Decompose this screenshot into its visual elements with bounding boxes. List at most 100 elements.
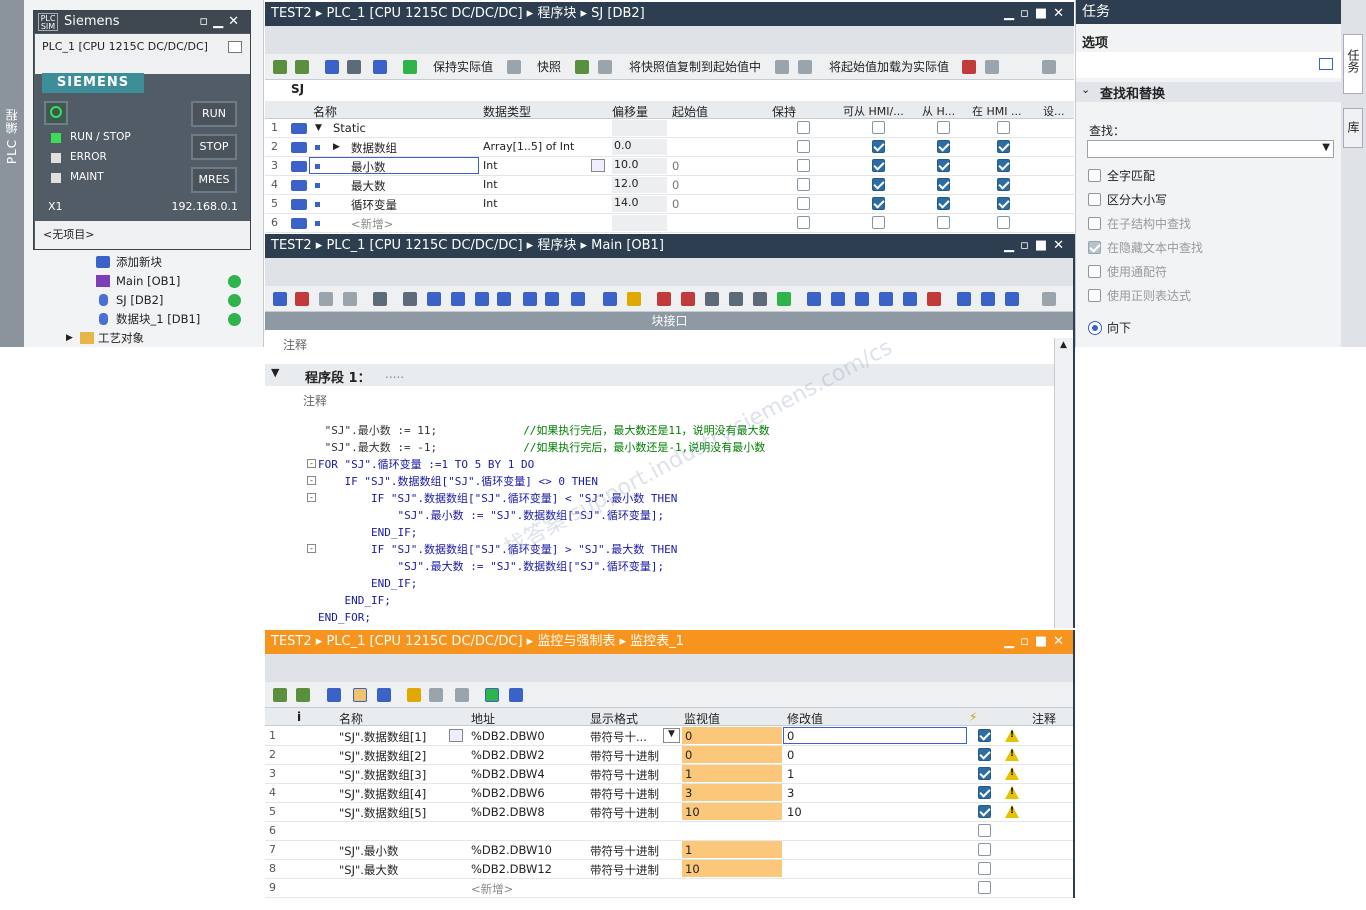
var-type[interactable]: Int <box>483 159 498 172</box>
watch-row[interactable]: 2 "SJ".数据数组[2] %DB2.DBW2 带符号十进制 0 0 <box>265 746 1074 765</box>
format-dropdown-icon[interactable]: ▼ <box>663 728 680 743</box>
db-row[interactable]: 6 <新增> <box>265 214 1074 233</box>
uncomment-icon[interactable] <box>729 292 743 306</box>
col-modify-flag[interactable]: ⚡ <box>969 710 977 724</box>
unindent-icon[interactable] <box>427 292 441 306</box>
monitor-icon[interactable] <box>403 60 417 74</box>
display-format[interactable]: 带符号十... <box>590 729 647 745</box>
step-out-icon[interactable] <box>927 292 941 306</box>
find-hidden-check[interactable]: 在隐藏文本中查找 <box>1088 239 1203 257</box>
copy-all-icon[interactable] <box>598 60 612 74</box>
list-picker-icon[interactable] <box>449 729 463 742</box>
window-controls[interactable]: ▁▫■✕ <box>1004 630 1070 654</box>
breadcrumb-db[interactable]: SJ [DB2] <box>591 6 645 21</box>
col-retain[interactable]: 保持 <box>772 103 796 120</box>
editor-scrollbar[interactable]: ▲ <box>1054 338 1074 628</box>
display-format[interactable]: 带符号十进制 <box>590 862 659 878</box>
bookmark-icon[interactable] <box>497 292 511 306</box>
tag-address[interactable]: <新增> <box>471 881 513 897</box>
tag-address[interactable]: %DB2.DBW12 <box>471 862 552 876</box>
modify-value[interactable]: 3 <box>787 786 794 800</box>
block-comment[interactable]: 注释 <box>265 330 1054 362</box>
list-icon[interactable] <box>451 292 465 306</box>
fold-icon[interactable]: - <box>307 493 316 502</box>
watch-row[interactable]: 4 "SJ".数据数组[4] %DB2.DBW6 带符号十进制 3 3 <box>265 784 1074 803</box>
display-format[interactable]: 带符号十进制 <box>590 843 659 859</box>
code-line[interactable]: IF "SJ".数据数组["SJ".循环变量] <> 0 THEN <box>318 473 598 490</box>
col-hmi-write[interactable]: 从 H... <box>922 103 955 119</box>
add-row-icon[interactable] <box>296 688 310 702</box>
expand-icon[interactable]: ▶ <box>333 142 340 152</box>
var-name[interactable]: 数据数组 <box>351 140 397 156</box>
modify-checkbox[interactable] <box>978 862 991 875</box>
db-row[interactable]: 4 最大数 Int 12.0 0 <box>265 176 1074 195</box>
db-row[interactable]: 2 ▶ 数据数组 Array[1..5] of Int 0.0 <box>265 138 1074 157</box>
col-start[interactable]: 起始值 <box>672 103 708 120</box>
panel-layout-icon[interactable] <box>1319 58 1333 70</box>
load-all-icon[interactable] <box>798 60 812 74</box>
hmi2-checkbox[interactable] <box>937 159 950 172</box>
modify-checkbox[interactable] <box>978 805 991 818</box>
hmi3-checkbox[interactable] <box>997 159 1010 172</box>
modify-now-icon[interactable] <box>407 688 421 702</box>
collapse-network-icon[interactable]: ▼ <box>271 366 279 379</box>
tag-address[interactable]: %DB2.DBW8 <box>471 805 545 819</box>
hmi2-checkbox[interactable] <box>937 197 950 210</box>
tag-name[interactable]: "SJ".数据数组[4] <box>339 786 426 802</box>
download-icon[interactable] <box>962 60 976 74</box>
hmi3-checkbox[interactable] <box>997 216 1010 229</box>
tag-name[interactable]: "SJ".数据数组[1] <box>339 729 426 745</box>
hmi1-checkbox[interactable] <box>872 178 885 191</box>
col-modify-value[interactable]: 修改值 <box>787 710 823 727</box>
tag-name[interactable]: "SJ".数据数组[5] <box>339 805 426 821</box>
tree-item-main-ob1[interactable]: Main [OB1] <box>24 272 264 291</box>
var-name[interactable]: Static <box>333 121 366 135</box>
regex-check[interactable]: 使用正则表达式 <box>1088 287 1191 305</box>
keep-checkbox[interactable] <box>797 178 810 191</box>
expand-icon[interactable] <box>325 60 339 74</box>
code-line[interactable]: FOR "SJ".循环变量 :=1 TO 5 BY 1 DO <box>318 456 534 473</box>
tree-item-sj-db2[interactable]: SJ [DB2] <box>24 291 264 310</box>
collapse-icon[interactable]: ⌄ <box>1081 83 1090 96</box>
tree-item-add-block[interactable]: 添加新块 <box>24 253 264 272</box>
breadcrumb-plc[interactable]: PLC_1 [CPU 1215C DC/DC/DC] <box>326 634 522 649</box>
db-row[interactable]: 1 ▼ Static <box>265 119 1074 138</box>
keep-checkbox[interactable] <box>797 121 810 134</box>
var-name[interactable]: 最大数 <box>351 178 386 194</box>
panel-icon[interactable] <box>228 41 242 53</box>
delete-network-icon[interactable] <box>295 292 309 306</box>
keep-checkbox[interactable] <box>797 140 810 153</box>
hmi1-checkbox[interactable] <box>872 216 885 229</box>
run-icon[interactable] <box>957 292 971 306</box>
tag-name[interactable]: "SJ".最大数 <box>339 862 398 878</box>
watch-row[interactable]: 3 "SJ".数据数组[3] %DB2.DBW4 带符号十进制 1 1 <box>265 765 1074 784</box>
watch-row[interactable]: 8 "SJ".最大数 %DB2.DBW12 带符号十进制 10 <box>265 860 1074 879</box>
breadcrumb-watch-table[interactable]: 监控表_1 <box>630 634 684 649</box>
col-comment[interactable]: 注释 <box>1032 710 1056 727</box>
window-controls[interactable]: ▁▫■✕ <box>1004 234 1070 258</box>
insert-row-icon[interactable] <box>319 292 333 306</box>
hmi3-checkbox[interactable] <box>997 140 1010 153</box>
var-name[interactable]: 循环变量 <box>351 197 397 213</box>
watch-row[interactable]: 7 "SJ".最小数 %DB2.DBW10 带符号十进制 1 <box>265 841 1074 860</box>
code-line[interactable]: END_IF; <box>318 592 390 609</box>
monitor-icon[interactable] <box>981 292 995 306</box>
code-line[interactable]: END_FOR; <box>318 609 371 626</box>
favorites-icon[interactable] <box>627 292 641 306</box>
tag-address[interactable]: %DB2.DBW6 <box>471 786 545 800</box>
portal-side-strip[interactable]: PLC 编程 <box>0 0 24 347</box>
tag-address[interactable]: %DB2.DBW2 <box>471 748 545 762</box>
list-icon[interactable] <box>373 60 387 74</box>
var-name[interactable]: <新增> <box>351 216 393 232</box>
go-to-icon[interactable] <box>807 292 821 306</box>
display-format[interactable]: 带符号十进制 <box>590 767 659 783</box>
db-row[interactable]: 3 最小数 Int 10.0 0 <box>265 157 1074 176</box>
col-setpoint[interactable]: 设... <box>1043 103 1065 119</box>
watch-row[interactable]: 6 <box>265 822 1074 841</box>
tree-item-db1[interactable]: 数据块_1 [DB1] <box>24 310 264 329</box>
modify-checkbox[interactable] <box>978 881 991 894</box>
load-icon[interactable] <box>775 60 789 74</box>
var-start[interactable]: 0 <box>672 178 679 192</box>
tab-tasks[interactable]: 任务 <box>1343 34 1363 94</box>
display-format[interactable]: 带符号十进制 <box>590 748 659 764</box>
